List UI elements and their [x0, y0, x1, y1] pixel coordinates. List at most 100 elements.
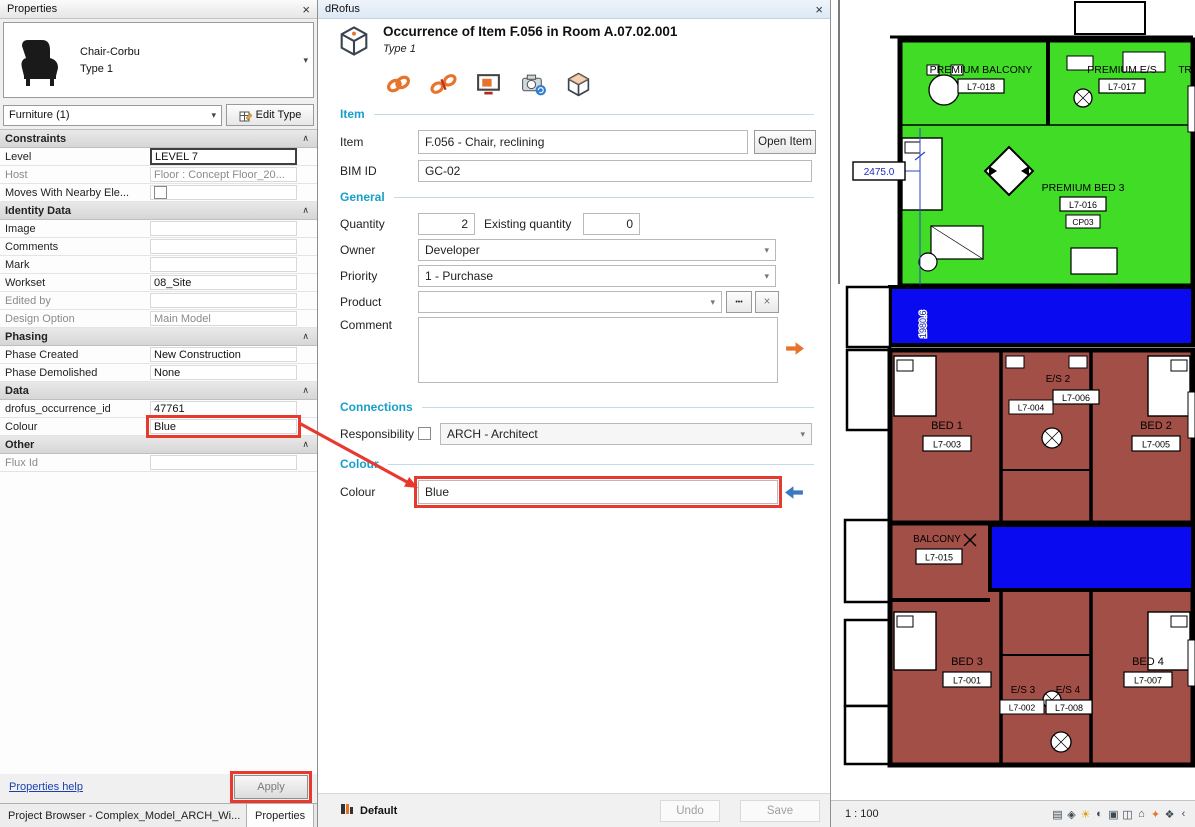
property-value-workset[interactable]: 08_Site [150, 275, 297, 290]
type-selector[interactable]: Chair-Corbu Type 1 ▾ [3, 22, 314, 98]
responsibility-checkbox[interactable] [418, 427, 431, 440]
property-value-host[interactable]: Floor : Concept Floor_20... [150, 167, 297, 182]
category-filter-dropdown[interactable]: Furniture (1) ▾ [3, 105, 222, 126]
type-selector-dropdown-icon[interactable]: ▾ [303, 55, 308, 66]
property-value-occurrence-id[interactable]: 47761 [150, 401, 297, 416]
bedroom-block-upper[interactable]: BED 1 L7-003 E/S 2 L7-004 L7-006 BED 2 L… [890, 350, 1195, 523]
detail-level-icon[interactable]: ▤ [1052, 808, 1063, 821]
tab-project-browser[interactable]: Project Browser - Complex_Model_ARCH_Wi.… [0, 804, 247, 827]
colour-input[interactable] [418, 480, 778, 504]
visual-style-icon[interactable]: ◈ [1066, 808, 1077, 821]
property-value-phase-created[interactable]: New Construction [150, 347, 297, 362]
unlink-icon[interactable] [429, 70, 457, 98]
default-settings-icon[interactable] [340, 802, 354, 819]
room-tag-label: L7-001 [953, 676, 981, 686]
premium-suite-rooms[interactable]: PREMIUM BALCONY L7-018 PREMIUM E/S L7-01… [900, 40, 1195, 286]
room-region-corridor[interactable] [890, 287, 1193, 345]
properties-titlebar[interactable]: Properties × [0, 0, 317, 19]
item-box-icon[interactable] [564, 70, 592, 98]
responsibility-value: ARCH - Architect [447, 427, 538, 441]
room-tag-label: L7-017 [1108, 82, 1136, 92]
collapse-icon[interactable]: ∧ [302, 205, 309, 216]
floor-plan-view[interactable]: PREMIUM BALCONY L7-018 PREMIUM E/S L7-01… [831, 0, 1195, 800]
property-value-flux-id[interactable] [150, 455, 297, 470]
push-to-revit-arrow-icon[interactable] [784, 340, 805, 360]
bim-id-input[interactable] [418, 160, 812, 182]
property-label: Phase Demolished [0, 367, 150, 379]
occurrence-title: Occurrence of Item F.056 in Room A.07.02… [383, 24, 677, 39]
bedroom-block-lower[interactable]: BALCONY L7-015 BED 3 L7-001 E/S 3 E/S 4 … [890, 523, 1195, 765]
crop-view-icon[interactable]: ▣ [1108, 808, 1119, 821]
property-value-moves[interactable] [150, 185, 297, 200]
section-constraints[interactable]: Constraints ∧ [0, 130, 317, 148]
room-label: PREMIUM BED 3 [1042, 182, 1125, 194]
quantity-input[interactable] [418, 213, 475, 235]
open-item-button[interactable]: Open Item [754, 130, 816, 154]
property-value-design-option[interactable]: Main Model [150, 311, 297, 326]
room-region-corridor-lower[interactable] [990, 525, 1193, 590]
shadows-icon[interactable]: ◐ [1094, 808, 1105, 821]
section-phasing[interactable]: Phasing ∧ [0, 328, 317, 346]
show-crop-region-icon[interactable]: ◫ [1122, 808, 1133, 821]
property-value-phase-demolished[interactable]: None [150, 365, 297, 380]
close-icon[interactable]: × [815, 3, 823, 16]
roof-structure [1075, 2, 1145, 34]
section-label: Data [5, 385, 29, 397]
tab-properties[interactable]: Properties [247, 804, 314, 827]
item-input[interactable] [418, 130, 748, 154]
default-label[interactable]: Default [360, 805, 397, 817]
expand-icon[interactable]: ‹ [1178, 808, 1189, 821]
collapse-icon[interactable]: ∧ [302, 385, 309, 396]
property-value-mark[interactable] [150, 257, 297, 272]
product-browse-button[interactable]: ••• [726, 291, 752, 313]
collapse-icon[interactable]: ∧ [302, 331, 309, 342]
owner-dropdown[interactable]: Developer ▾ [418, 239, 776, 261]
section-heading-item: Item [340, 106, 814, 122]
section-other[interactable]: Other ∧ [0, 436, 317, 454]
room-tag-label: L7-007 [1134, 676, 1162, 686]
link-icon[interactable] [384, 70, 412, 98]
section-heading-colour: Colour [340, 456, 814, 472]
property-row-comments: Comments [0, 238, 317, 256]
property-value-level[interactable]: LEVEL 7 [150, 148, 297, 165]
product-clear-button[interactable]: × [755, 291, 779, 313]
responsibility-dropdown[interactable]: ARCH - Architect ▾ [440, 423, 812, 445]
collapse-icon[interactable]: ∧ [302, 133, 309, 144]
property-value-image[interactable] [150, 221, 297, 236]
existing-quantity-input[interactable] [583, 213, 640, 235]
analytical-model-icon[interactable]: ❖ [1164, 808, 1175, 821]
property-label: Image [0, 223, 150, 235]
product-dropdown[interactable]: ▾ [418, 291, 722, 313]
section-data[interactable]: Data ∧ [0, 382, 317, 400]
view-scale[interactable]: 1 : 100 [845, 808, 879, 820]
show-in-model-icon[interactable] [474, 70, 502, 98]
property-row-drofus-occurrence-id: drofus_occurrence_id 47761 [0, 400, 317, 418]
property-label: Colour [0, 421, 150, 433]
section-heading-general: General [340, 189, 814, 205]
room-label: TR [1178, 65, 1191, 76]
checkbox[interactable] [154, 186, 167, 199]
apply-button[interactable]: Apply [234, 775, 308, 799]
property-value-colour[interactable]: Blue [150, 419, 297, 434]
drofus-titlebar[interactable]: dRofus × [318, 0, 830, 19]
save-button[interactable]: Save [740, 800, 820, 822]
comment-textarea[interactable] [418, 317, 778, 383]
undo-button[interactable]: Undo [660, 800, 720, 822]
property-value-edited-by[interactable] [150, 293, 297, 308]
edit-type-button[interactable]: Edit Type [226, 104, 314, 126]
properties-help-link[interactable]: Properties help [9, 781, 83, 793]
close-icon[interactable]: × [302, 3, 310, 16]
priority-dropdown[interactable]: 1 - Purchase ▾ [418, 265, 776, 287]
sun-path-icon[interactable]: ☀ [1080, 808, 1091, 821]
chevron-down-icon: ▾ [764, 271, 769, 282]
capture-image-icon[interactable] [519, 70, 547, 98]
edit-type-icon [239, 109, 252, 122]
pull-from-revit-arrow-icon[interactable] [784, 484, 805, 504]
collapse-icon[interactable]: ∧ [302, 439, 309, 450]
section-identity-data[interactable]: Identity Data ∧ [0, 202, 317, 220]
property-value-comments[interactable] [150, 239, 297, 254]
reveal-hidden-elements-icon[interactable]: ✦ [1150, 808, 1161, 821]
corridor-upper[interactable]: 1980.6 [890, 287, 1193, 345]
temporary-hide-isolate-icon[interactable]: ⌂ [1136, 808, 1147, 821]
property-row-flux-id: Flux Id [0, 454, 317, 472]
